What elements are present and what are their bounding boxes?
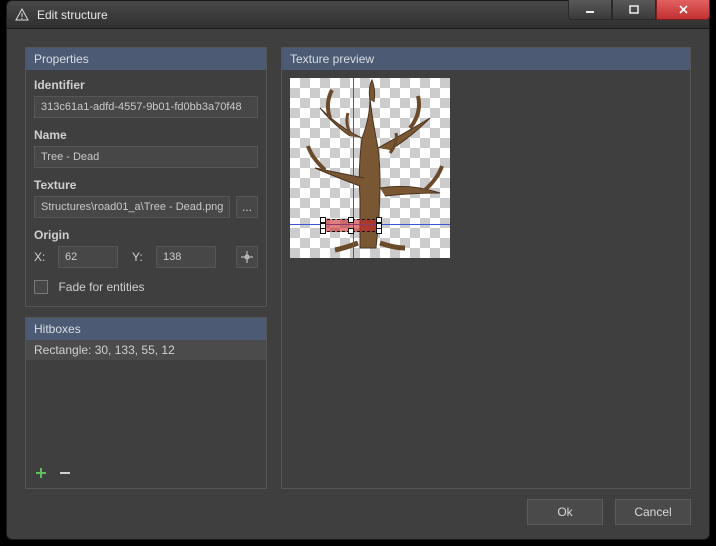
hitbox-overlay[interactable] [322,219,380,232]
origin-x-label: X: [34,250,52,264]
client-area: Properties Identifier Name Texture [6,28,710,540]
hitbox-handle[interactable] [348,228,354,234]
hitbox-remove-button[interactable] [58,466,72,480]
origin-x-input[interactable] [58,246,118,268]
maximize-button[interactable] [612,0,656,20]
fade-checkbox[interactable] [34,280,48,294]
fade-label: Fade for entities [58,280,144,294]
name-input[interactable] [34,146,258,168]
edit-structure-window: Edit structure Properties Identifier [0,0,716,546]
window-buttons [568,0,710,20]
origin-y-label: Y: [132,250,150,264]
properties-panel: Properties Identifier Name Texture [25,47,267,307]
hitbox-handle[interactable] [376,223,382,229]
hitbox-handle[interactable] [348,217,354,223]
texture-preview-canvas[interactable] [290,78,450,258]
plus-icon [35,467,47,479]
name-label: Name [34,128,258,142]
hitbox-handle[interactable] [320,223,326,229]
origin-pick-button[interactable] [236,246,258,268]
texture-input[interactable] [34,196,230,218]
fade-checkbox-row[interactable]: Fade for entities [34,278,145,295]
origin-y-input[interactable] [156,246,216,268]
cancel-button[interactable]: Cancel [615,499,691,525]
hitbox-add-button[interactable] [34,466,48,480]
hitbox-handle[interactable] [376,228,382,234]
hitbox-list[interactable]: Rectangle: 30, 133, 55, 12 [26,340,266,460]
texture-preview-header: Texture preview [282,48,690,70]
app-icon [15,8,29,22]
hitbox-handle[interactable] [320,228,326,234]
minus-icon [59,467,71,479]
origin-label: Origin [34,228,258,242]
dialog-button-bar: Ok Cancel [527,499,691,525]
texture-browse-button[interactable]: ... [236,196,258,218]
properties-panel-header: Properties [26,48,266,70]
close-button[interactable] [656,0,710,20]
window-title: Edit structure [37,8,108,22]
hitbox-list-item[interactable]: Rectangle: 30, 133, 55, 12 [26,340,266,360]
identifier-label: Identifier [34,78,258,92]
ok-button[interactable]: Ok [527,499,603,525]
texture-preview-panel: Texture preview [281,47,691,489]
hitboxes-panel: Hitboxes Rectangle: 30, 133, 55, 12 [25,317,267,489]
crosshair-icon [240,250,254,264]
hitboxes-panel-header: Hitboxes [26,318,266,340]
minimize-button[interactable] [568,0,612,20]
texture-label: Texture [34,178,258,192]
identifier-input[interactable] [34,96,258,118]
